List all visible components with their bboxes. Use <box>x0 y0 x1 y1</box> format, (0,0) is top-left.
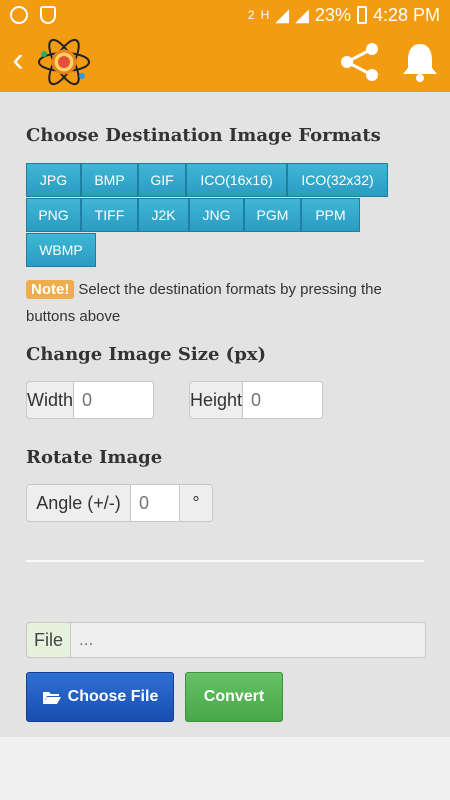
format-button-jng[interactable]: JNG <box>189 198 244 232</box>
signal-icon-2: ◢ <box>295 4 309 25</box>
format-button-ico16x16[interactable]: ICO(16x16) <box>186 163 287 197</box>
network-type-icon: H <box>260 8 270 22</box>
angle-input[interactable] <box>131 485 179 521</box>
format-button-pgm[interactable]: PGM <box>244 198 301 232</box>
formats-heading: Choose Destination Image Formats <box>26 125 381 146</box>
angle-group: Angle (+/-) ° <box>26 484 213 522</box>
file-group: File <box>26 622 426 658</box>
divider <box>26 560 424 562</box>
atom-logo-icon <box>38 38 90 86</box>
rotate-heading: Rotate Image <box>26 447 163 468</box>
format-button-tiff[interactable]: TIFF <box>81 198 138 232</box>
app-bar: ‹ <box>0 30 450 92</box>
file-path-input[interactable] <box>71 623 425 657</box>
note-badge: Note! <box>26 280 75 299</box>
height-group: Height <box>189 381 323 419</box>
note-text: Select the destination formats by pressi… <box>26 281 382 325</box>
degree-label: ° <box>179 485 212 521</box>
status-bar: 2 H ◢ ◢ 23% 4:28 PM <box>0 0 450 30</box>
sim-icon: 2 <box>247 8 255 22</box>
share-icon[interactable] <box>338 42 382 82</box>
height-label: Height <box>190 382 244 418</box>
choose-file-button[interactable]: Choose File <box>26 672 174 722</box>
convert-button[interactable]: Convert <box>185 672 283 722</box>
size-heading: Change Image Size (px) <box>26 344 267 365</box>
folder-open-icon <box>42 692 61 704</box>
bottom-area <box>0 737 450 800</box>
width-input[interactable] <box>74 382 153 418</box>
clock: 4:28 PM <box>372 4 440 25</box>
format-button-ppm[interactable]: PPM <box>301 198 360 232</box>
bell-icon[interactable] <box>398 40 442 84</box>
format-button-wbmp[interactable]: WBMP <box>26 233 96 267</box>
shield-icon <box>40 6 56 24</box>
format-button-gif[interactable]: GIF <box>138 163 186 197</box>
file-label: File <box>27 623 71 657</box>
chevron-left-icon[interactable]: ‹ <box>6 40 30 80</box>
battery-icon <box>356 6 367 24</box>
format-button-ico32x32[interactable]: ICO(32x32) <box>287 163 388 197</box>
format-button-jpg[interactable]: JPG <box>26 163 81 197</box>
format-button-bmp[interactable]: BMP <box>81 163 138 197</box>
signal-icon: ◢ <box>275 4 290 25</box>
height-input[interactable] <box>243 382 322 418</box>
width-label: Width <box>27 382 75 418</box>
note: Note! Select the destination formats by p… <box>26 276 416 330</box>
format-button-png[interactable]: PNG <box>26 198 81 232</box>
screenshot-icon <box>10 6 28 24</box>
width-group: Width <box>26 381 154 419</box>
battery-percentage: 23% <box>314 4 351 25</box>
angle-label: Angle (+/-) <box>27 485 131 521</box>
format-button-j2k[interactable]: J2K <box>138 198 189 232</box>
choose-file-label: Choose File <box>67 688 159 705</box>
